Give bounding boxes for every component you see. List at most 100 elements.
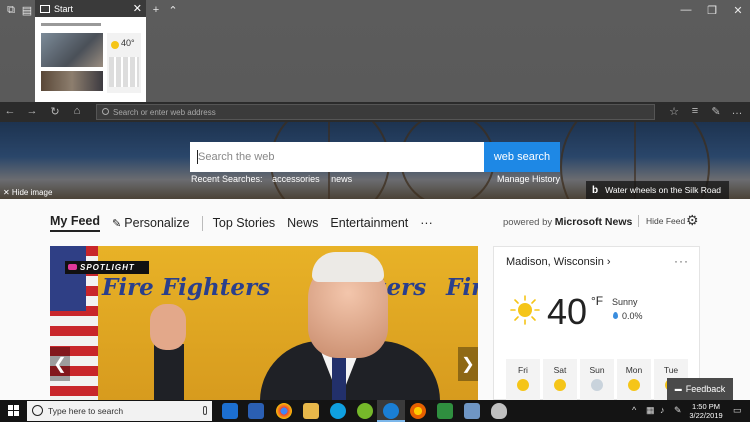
tab-preview-icon[interactable]: ▤: [19, 3, 35, 17]
malwarebytes-icon[interactable]: [222, 403, 238, 419]
app-icon[interactable]: [464, 403, 480, 419]
taskbar: Type here to search ^ ▦ ♪ ✎ 1:50 PM 3/22…: [0, 400, 750, 422]
forecast-day[interactable]: Sun: [580, 359, 614, 401]
microsoft-news-link[interactable]: Microsoft News: [555, 216, 633, 228]
shield-icon[interactable]: [491, 403, 507, 419]
spotlight-badge: SPOTLIGHT: [65, 261, 149, 274]
cloud-icon: [591, 379, 603, 391]
notification-center-icon[interactable]: ▭: [733, 405, 742, 416]
clock-time: 1:50 PM: [692, 402, 720, 411]
person-figure: [150, 304, 186, 350]
tab-entertainment[interactable]: Entertainment: [330, 216, 408, 230]
image-caption[interactable]: b Water wheels on the Silk Road: [586, 181, 729, 199]
window-close-button[interactable]: ✕: [730, 3, 746, 17]
firefox-icon[interactable]: [410, 403, 426, 419]
temperature-unit[interactable]: °F: [591, 294, 603, 308]
recent-search-item[interactable]: accessories: [272, 174, 320, 184]
restore-button[interactable]: ❐: [704, 3, 720, 17]
volume-icon[interactable]: ♪: [660, 405, 665, 415]
forward-button[interactable]: →: [24, 105, 40, 117]
tabs-aside-icon[interactable]: ⧉: [3, 3, 19, 17]
pen-icon[interactable]: ✎: [674, 405, 682, 416]
app-icon[interactable]: [357, 403, 373, 419]
more-options-button[interactable]: ···: [674, 254, 689, 268]
manage-history-link[interactable]: Manage History: [497, 174, 560, 184]
clock-date: 3/22/2019: [689, 411, 723, 420]
close-tab-icon[interactable]: ✕: [133, 2, 142, 15]
bing-logo-icon: b: [592, 184, 599, 196]
back-button[interactable]: ←: [2, 105, 18, 117]
precipitation-icon: [613, 312, 618, 319]
hero-image: Search the web web search Recent Searche…: [0, 122, 750, 199]
day-label: Fri: [518, 365, 528, 375]
tab-strip: ⧉ ▤ Start ✕ 40° + ⌃ — ❐ ✕: [0, 0, 750, 102]
web-search-input[interactable]: Search the web: [190, 142, 485, 172]
hide-feed-button[interactable]: Hide Feed: [646, 216, 685, 226]
carousel-next-button[interactable]: ❯: [458, 347, 478, 381]
address-bar[interactable]: Search or enter web address: [96, 104, 655, 120]
reading-list-icon[interactable]: ≡: [687, 105, 703, 117]
feedback-button[interactable]: Feedback: [667, 378, 733, 400]
thumb-image: [41, 71, 103, 91]
excel-icon[interactable]: [437, 403, 453, 419]
forecast-day[interactable]: Fri: [506, 359, 540, 401]
tab-start[interactable]: Start ✕ 40°: [35, 0, 146, 102]
web-search-button[interactable]: web search: [484, 142, 560, 172]
tab-top-stories[interactable]: Top Stories: [213, 216, 276, 230]
current-temperature: 40: [547, 291, 588, 332]
gear-icon[interactable]: ⚙: [686, 212, 699, 229]
new-tab-button[interactable]: +: [148, 3, 164, 17]
system-clock[interactable]: 1:50 PM 3/22/2019: [686, 402, 726, 420]
forecast-day[interactable]: Sat: [543, 359, 577, 401]
taskbar-search-input[interactable]: Type here to search: [27, 401, 212, 421]
tab-news[interactable]: News: [287, 216, 318, 230]
spotlight-story[interactable]: Fire Fighters Fighters Fire SPOTLIGHT ❮ …: [50, 246, 478, 400]
recent-search-item[interactable]: news: [331, 174, 352, 184]
precipitation-value: 0.0%: [622, 311, 643, 321]
weather-condition: Sunny: [612, 297, 638, 307]
more-tabs-button[interactable]: ···: [420, 216, 433, 230]
home-button[interactable]: ⌂: [69, 105, 85, 117]
network-icon[interactable]: ▦: [646, 405, 655, 416]
feed-tabs: My Feed Personalize Top Stories News Ent…: [50, 213, 445, 233]
tab-thumbnail[interactable]: 40°: [37, 19, 144, 100]
person-figure: [154, 344, 184, 400]
refresh-button[interactable]: ↻: [47, 105, 63, 118]
more-menu-button[interactable]: …: [729, 105, 745, 117]
divider: [201, 215, 203, 231]
thumb-temp: 40°: [121, 38, 135, 48]
banner-text: Fire: [446, 274, 478, 301]
tab-personalize[interactable]: Personalize: [112, 216, 189, 230]
word-icon[interactable]: [248, 403, 264, 419]
sun-icon: [510, 295, 540, 325]
carousel-prev-button[interactable]: ❮: [50, 347, 70, 381]
caption-text: Water wheels on the Silk Road: [605, 185, 722, 195]
cortana-icon: [32, 405, 43, 416]
favorites-star-icon[interactable]: ☆: [666, 105, 682, 118]
sun-icon: [517, 379, 529, 391]
recent-searches: Recent Searches: accessories news: [191, 174, 358, 184]
sun-icon: [628, 379, 640, 391]
microphone-icon[interactable]: [203, 406, 207, 415]
address-placeholder: Search or enter web address: [113, 107, 216, 117]
banner-text: Fire Fighters: [102, 274, 271, 301]
chrome-icon[interactable]: [276, 403, 292, 419]
web-note-icon[interactable]: ✎: [708, 105, 724, 118]
hide-image-button[interactable]: ✕ Hide image: [3, 188, 52, 197]
skype-icon[interactable]: [330, 403, 346, 419]
tab-header[interactable]: Start ✕: [35, 0, 146, 17]
powered-by-label: powered by: [503, 217, 553, 228]
tab-my-feed[interactable]: My Feed: [50, 214, 101, 232]
day-label: Sun: [589, 365, 605, 375]
powered-by: powered by Microsoft News: [503, 216, 632, 228]
tray-chevron-icon[interactable]: ^: [632, 405, 636, 415]
file-explorer-icon[interactable]: [303, 403, 319, 419]
edge-icon[interactable]: [383, 403, 399, 419]
forecast-day[interactable]: Mon: [617, 359, 651, 401]
windows-start-icon[interactable]: [8, 405, 20, 417]
weather-card[interactable]: Madison, Wisconsin › ··· 40 °F Sunny 0.0…: [493, 246, 700, 401]
sun-icon: [554, 379, 566, 391]
minimize-button[interactable]: —: [678, 3, 694, 17]
tab-previews-toggle-icon[interactable]: ⌃: [165, 3, 181, 17]
weather-location[interactable]: Madison, Wisconsin ›: [506, 256, 611, 268]
